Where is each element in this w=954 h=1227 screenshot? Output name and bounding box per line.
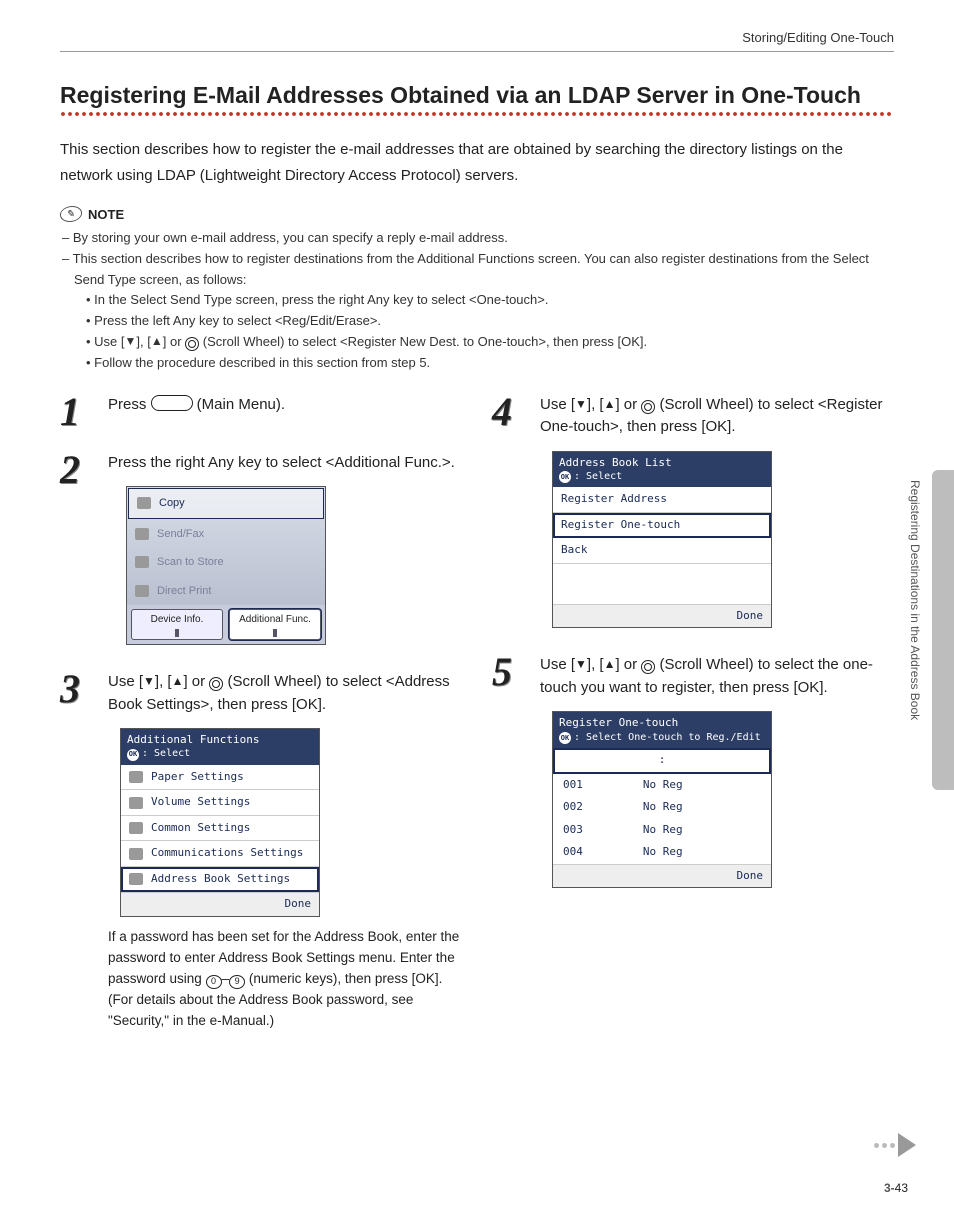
screen-subtitle: : Select — [142, 748, 190, 759]
screen-title: Register One-touch — [559, 716, 765, 730]
device-screen: Copy Send/Fax Scan to Store Direct Print… — [126, 486, 326, 645]
scan-icon — [135, 556, 149, 568]
step-4: 4 Use [▼], [▲] or (Scroll Wheel) to sele… — [492, 394, 894, 633]
note-icon: ✎ — [59, 206, 84, 222]
screen-header-row: : — [553, 748, 771, 774]
device-screen: Address Book ListOK: Select Register Add… — [552, 451, 772, 629]
step-text: (Main Menu). — [193, 396, 286, 413]
note-sub-item: In the Select Send Type screen, press th… — [94, 292, 548, 307]
step-text: Press the right Any key to select <Addit… — [108, 452, 462, 475]
step-1: 1 Press (Main Menu). — [60, 394, 462, 430]
side-tab — [932, 470, 954, 790]
title-underline — [60, 111, 894, 117]
list-item: 001No Reg — [553, 774, 771, 797]
scroll-wheel-icon — [185, 337, 199, 351]
header-breadcrumb: Storing/Editing One-Touch — [60, 30, 894, 52]
page-title: Registering E-Mail Addresses Obtained vi… — [60, 82, 894, 109]
step-text: Use [▼], [▲] or (Scroll Wheel) to select… — [108, 671, 462, 716]
note-header: ✎ NOTE — [60, 206, 894, 222]
comm-icon — [129, 848, 143, 860]
tab-device-info: Device Info. — [131, 609, 223, 640]
volume-icon — [129, 797, 143, 809]
screen-row: Scan to Store — [157, 554, 224, 571]
side-section-label: Registering Destinations in the Address … — [908, 480, 922, 720]
screen-row: Communications Settings — [151, 845, 303, 862]
next-page-arrow-icon — [874, 1133, 916, 1157]
tab-additional-func: Additional Func. — [229, 609, 321, 640]
step-number: 1 — [60, 394, 94, 430]
list-item: 004No Reg — [553, 841, 771, 864]
step-number: 5 — [492, 654, 526, 690]
key-0-icon: 0 — [206, 975, 222, 989]
screen-row: Register Address — [553, 487, 771, 513]
step-text: Press — [108, 396, 151, 413]
step-number: 3 — [60, 671, 94, 707]
device-screen: Additional FunctionsOK: Select Paper Set… — [120, 728, 320, 917]
screen-title: Additional Functions — [127, 733, 313, 747]
screen-footer: Done — [553, 864, 771, 888]
screen-footer: Done — [553, 604, 771, 628]
step-number: 2 — [60, 452, 94, 488]
screen-row: Register One-touch — [553, 513, 771, 539]
note-sub-item: Press the left Any key to select <Reg/Ed… — [94, 313, 381, 328]
step-2: 2 Press the right Any key to select <Add… — [60, 452, 462, 650]
screen-row: Volume Settings — [151, 794, 250, 811]
screen-row: Send/Fax — [157, 526, 204, 543]
note-label: NOTE — [88, 207, 124, 222]
step-text: Use [▼], [▲] or (Scroll Wheel) to select… — [540, 654, 894, 699]
note-item: This section describes how to register d… — [73, 251, 869, 287]
screen-subtitle: : Select — [574, 471, 622, 482]
note-sub-item: Follow the procedure described in this s… — [94, 355, 430, 370]
scroll-wheel-icon — [209, 677, 223, 691]
list-item: 003No Reg — [553, 819, 771, 842]
step-text: Use [▼], [▲] or (Scroll Wheel) to select… — [540, 394, 894, 439]
key-9-icon: 9 — [229, 975, 245, 989]
page-number: 3-43 — [884, 1181, 908, 1195]
screen-row: Back — [553, 538, 771, 564]
step-5: 5 Use [▼], [▲] or (Scroll Wheel) to sele… — [492, 654, 894, 892]
send-icon — [135, 528, 149, 540]
main-menu-key-icon — [151, 395, 193, 411]
step-3: 3 Use [▼], [▲] or (Scroll Wheel) to sele… — [60, 671, 462, 1043]
note-sub-item: Use [▼], [▲] or (Scroll Wheel) to select… — [94, 334, 647, 349]
screen-row: Direct Print — [157, 583, 211, 600]
intro-text: This section describes how to register t… — [60, 137, 894, 188]
screen-row: Copy — [159, 495, 185, 512]
scroll-wheel-icon — [641, 400, 655, 414]
note-list: – By storing your own e-mail address, yo… — [60, 228, 894, 374]
screen-subtitle: : Select One-touch to Reg./Edit — [574, 732, 761, 743]
screen-row: Paper Settings — [151, 769, 244, 786]
common-icon — [129, 822, 143, 834]
note-item: By storing your own e-mail address, you … — [73, 230, 508, 245]
screen-title: Address Book List — [559, 456, 765, 470]
book-icon — [129, 873, 143, 885]
step-aftertext: If a password has been set for the Addre… — [108, 927, 462, 1032]
device-screen: Register One-touchOK: Select One-touch t… — [552, 711, 772, 888]
scroll-wheel-icon — [641, 660, 655, 674]
paper-icon — [129, 771, 143, 783]
step-number: 4 — [492, 394, 526, 430]
screen-footer: Done — [121, 892, 319, 916]
list-item: 002No Reg — [553, 796, 771, 819]
copy-icon — [137, 497, 151, 509]
screen-row: Common Settings — [151, 820, 250, 837]
screen-row: Address Book Settings — [151, 871, 290, 888]
print-icon — [135, 585, 149, 597]
